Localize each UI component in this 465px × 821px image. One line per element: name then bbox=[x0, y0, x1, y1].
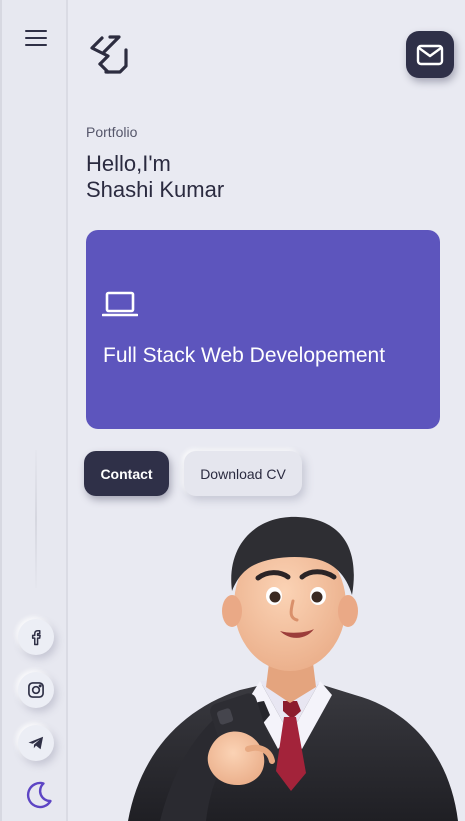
sk-logo[interactable] bbox=[86, 32, 132, 78]
laptop-icon bbox=[102, 291, 138, 317]
theme-toggle[interactable] bbox=[22, 778, 56, 812]
mail-icon bbox=[416, 44, 444, 65]
instagram-icon bbox=[28, 682, 44, 698]
sidebar bbox=[0, 0, 68, 821]
portfolio-label: Portfolio bbox=[86, 124, 138, 140]
contact-button[interactable]: Contact bbox=[84, 451, 169, 496]
avatar-illustration bbox=[128, 516, 458, 821]
instagram-link[interactable] bbox=[18, 672, 54, 708]
mail-button[interactable] bbox=[406, 31, 454, 78]
hamburger-menu-icon[interactable] bbox=[24, 28, 48, 48]
facebook-link[interactable] bbox=[18, 619, 54, 655]
download-cv-button[interactable]: Download CV bbox=[184, 451, 302, 496]
telegram-link[interactable] bbox=[18, 725, 54, 761]
skill-card: Full Stack Web Developement bbox=[86, 230, 440, 429]
facebook-icon bbox=[31, 630, 41, 646]
skill-card-title: Full Stack Web Developement bbox=[103, 344, 386, 367]
greeting-line-1: Hello,I'm bbox=[86, 151, 171, 176]
moon-icon bbox=[26, 781, 52, 809]
greeting-line-2: Shashi Kumar bbox=[86, 177, 225, 202]
sidebar-divider bbox=[35, 450, 37, 588]
telegram-icon bbox=[28, 736, 44, 750]
page-title: Hello,I'm Shashi Kumar bbox=[86, 151, 224, 203]
